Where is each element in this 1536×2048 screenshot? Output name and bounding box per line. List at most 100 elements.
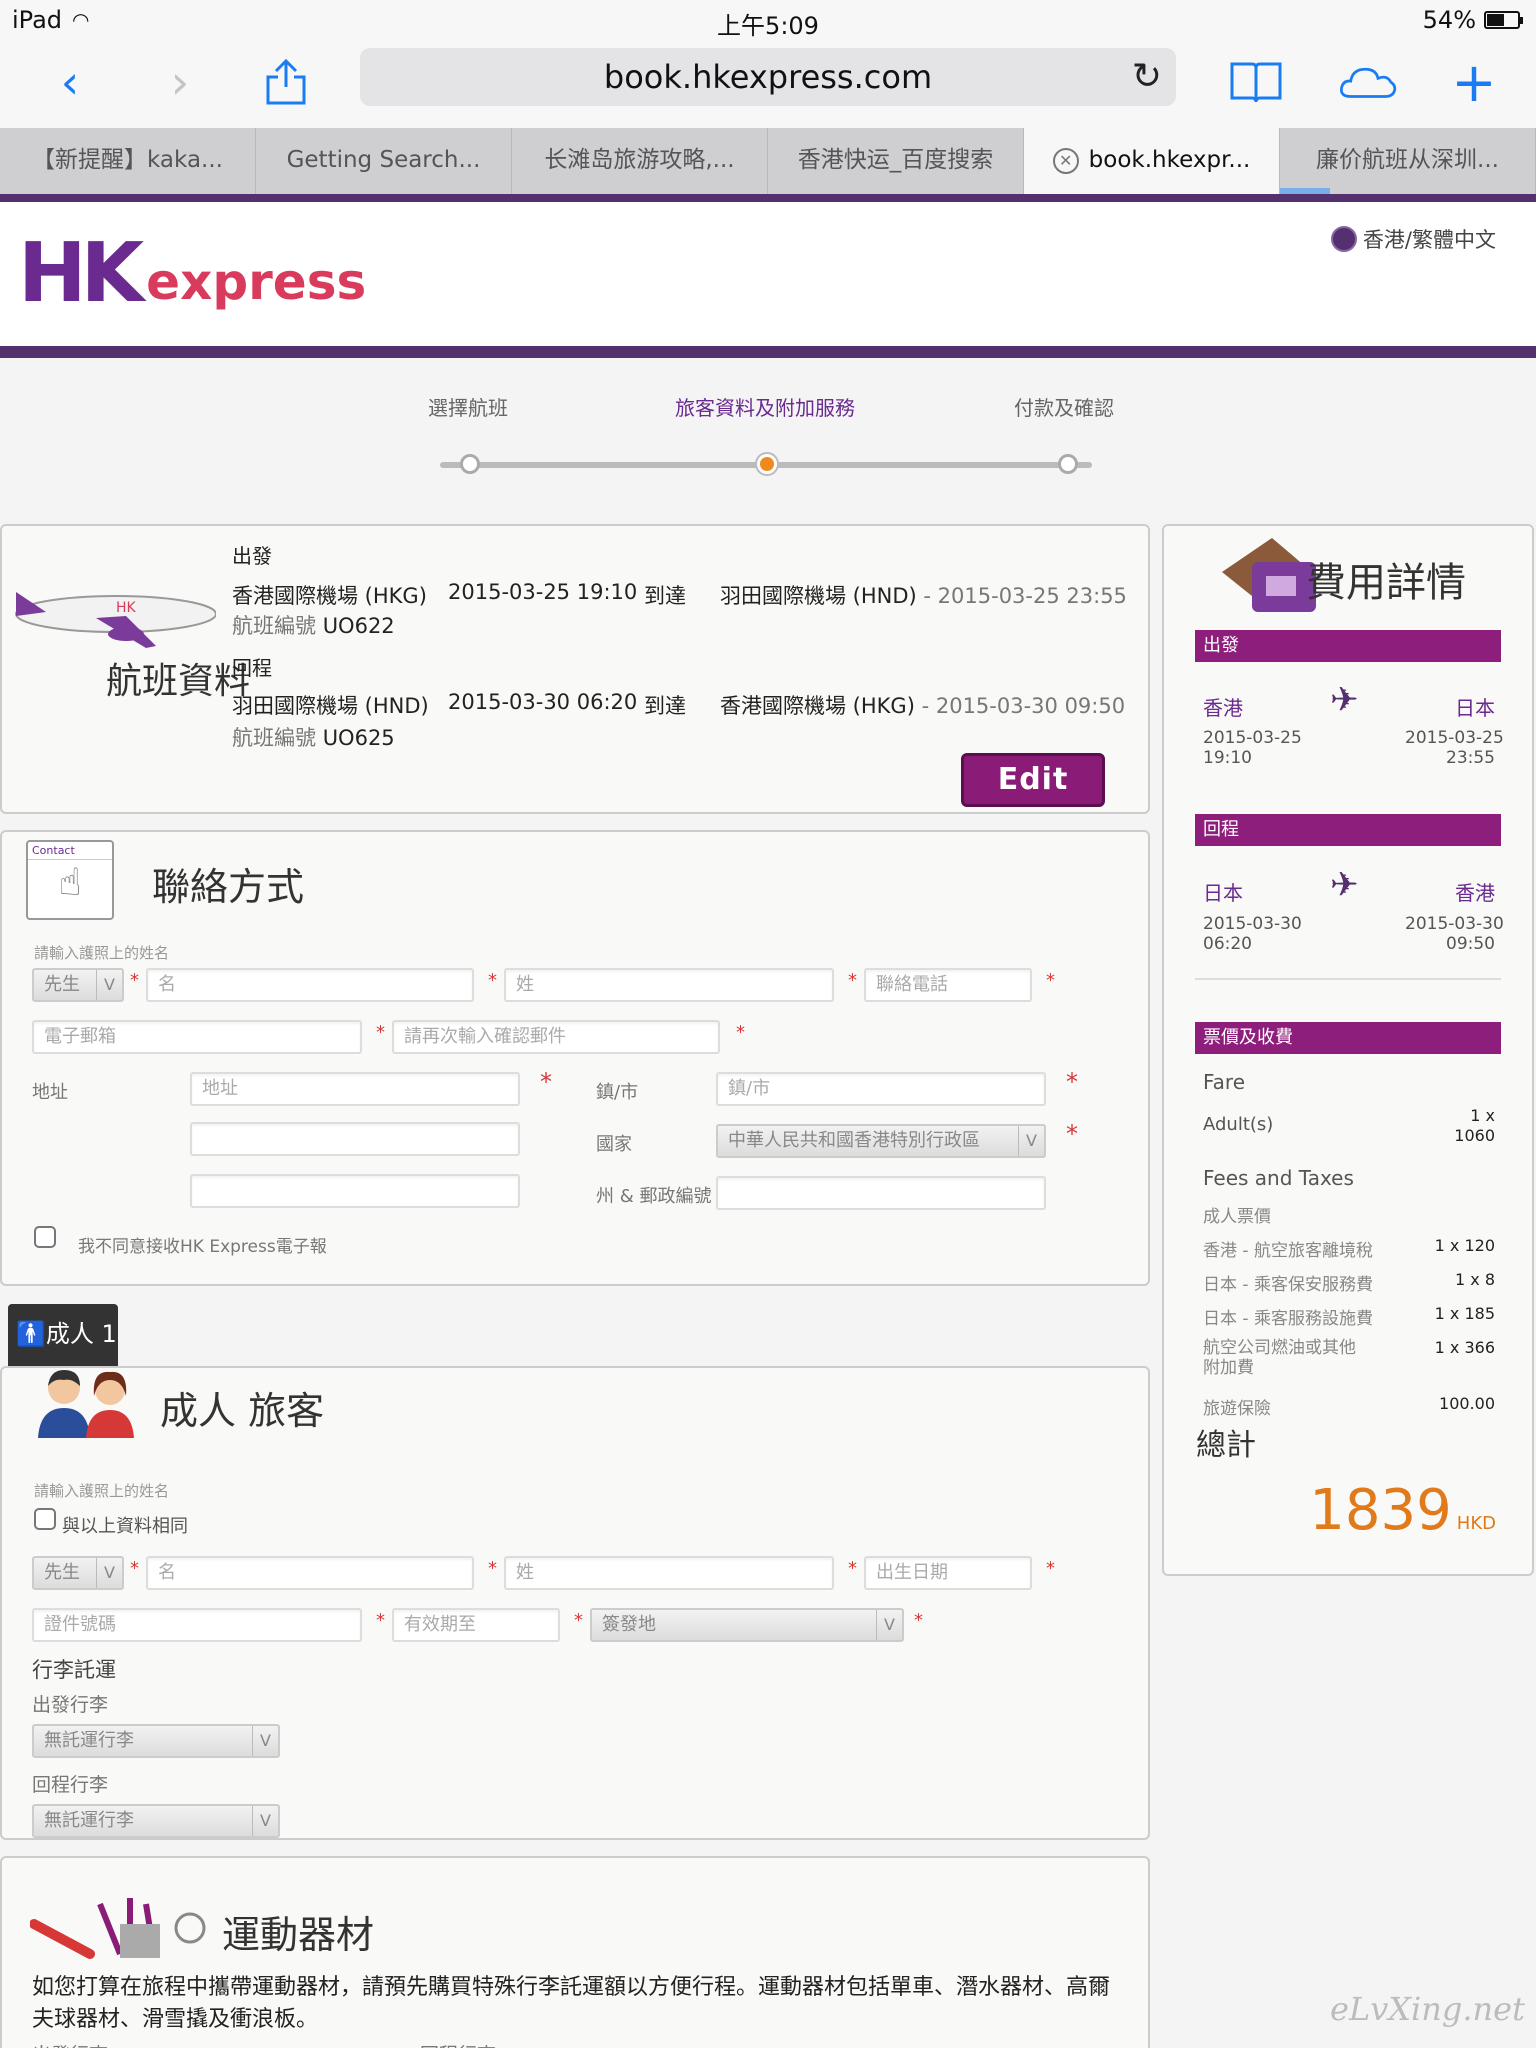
ret-baggage-label: 回程行李 (32, 1774, 109, 1796)
required-marker: * (376, 1022, 385, 1043)
fee-out-from: 香港 (1203, 696, 1243, 720)
battery-icon (1484, 11, 1523, 29)
city-input[interactable]: 鎮/市 (716, 1072, 1046, 1106)
required-marker: * (574, 1610, 583, 1631)
passenger-id-input[interactable]: 證件號碼 (32, 1608, 362, 1642)
required-marker: * (914, 1610, 923, 1631)
required-marker: * (376, 1610, 385, 1631)
tab-divider (0, 194, 1536, 202)
fee-ret-from: 日本 (1203, 881, 1243, 905)
edit-flight-button[interactable]: Edit (961, 753, 1105, 807)
browser-tab[interactable]: 廉价航班从深圳... (1280, 128, 1536, 194)
address-line2-input[interactable] (190, 1122, 520, 1156)
same-as-above-checkbox[interactable] (34, 1508, 56, 1530)
fee-divider (1195, 978, 1501, 980)
globe-icon (1330, 226, 1357, 252)
sports-title: 運動器材 (222, 1913, 375, 1957)
svg-text:HK: HK (116, 600, 137, 616)
fee-item-value: 1 x 185 (1434, 1304, 1495, 1323)
fee-item-value: 1 x 120 (1434, 1236, 1495, 1255)
newsletter-checkbox[interactable] (34, 1226, 56, 1248)
browser-tab[interactable]: 【新提醒】kaka... (0, 128, 256, 194)
fees-taxes-label: Fees and Taxes (1203, 1166, 1354, 1190)
address-line3-input[interactable] (190, 1174, 520, 1208)
new-tab-icon[interactable]: + (1444, 51, 1504, 114)
address-line1-input[interactable]: 地址 (190, 1072, 520, 1106)
browser-toolbar: ‹ › book.hkexpress.com ↻ + (0, 40, 1536, 128)
step-passenger-info: 旅客資料及附加服務 (675, 396, 855, 420)
sports-dep-label: 出發行李 (32, 2040, 108, 2048)
bookmarks-icon[interactable] (1226, 52, 1286, 112)
chevron-down-icon: V (876, 1610, 902, 1640)
required-marker: * (848, 1558, 857, 1579)
zip-label: 州 & 郵政編號 (596, 1186, 712, 1207)
required-marker: * (736, 1022, 745, 1043)
fee-ret-to: 香港 (1455, 881, 1495, 905)
outbound-origin: 香港國際機場 (HKG) (232, 584, 427, 608)
back-icon[interactable]: ‹ (40, 52, 100, 112)
contact-email-confirm-input[interactable]: 請再次輸入確認郵件 (392, 1020, 720, 1054)
browser-tab[interactable]: 香港快运_百度搜索 (768, 128, 1024, 194)
fee-out-to: 日本 (1455, 696, 1495, 720)
passenger-last-name-input[interactable]: 姓 (504, 1556, 834, 1590)
adult-fare: 1 x 1060 (1454, 1106, 1495, 1145)
browser-tab[interactable]: 长滩岛旅游攻略,... (512, 128, 768, 194)
return-label: 回程 (232, 656, 272, 680)
fee-item-value: 100.00 (1439, 1394, 1495, 1413)
fee-title: 費用詳情 (1306, 560, 1466, 606)
country-select[interactable]: 中華人民共和國香港特別行政區 V (716, 1124, 1046, 1158)
status-bar: iPad ◠ 上午5:09 54% (0, 0, 1536, 40)
booking-progress: 選擇航班 旅客資料及附加服務 付款及確認 (0, 358, 1536, 508)
passenger-issue-place-select[interactable]: 簽發地 V (590, 1608, 904, 1642)
required-marker: * (130, 1558, 139, 1579)
watermark: eLvXing.net (1330, 1990, 1525, 2028)
required-marker: * (1046, 970, 1055, 991)
forward-icon[interactable]: › (150, 52, 210, 112)
airplane-icon: ✈ (1330, 680, 1359, 720)
fare-label: Fare (1203, 1070, 1246, 1094)
required-marker: * (130, 970, 139, 991)
contact-email-input[interactable]: 電子郵箱 (32, 1020, 362, 1054)
passenger-panel (0, 1366, 1150, 1840)
ret-baggage-select[interactable]: 無託運行李 V (32, 1804, 280, 1838)
language-selector[interactable]: 香港/繁體中文 (1330, 224, 1496, 254)
contact-name-hint: 請輸入護照上的姓名 (34, 944, 170, 962)
contact-last-name-input[interactable]: 姓 (504, 968, 834, 1002)
fee-return-header: 回程 (1195, 814, 1501, 846)
required-marker: * (488, 970, 497, 991)
hk-express-logo[interactable]: HK express (18, 232, 366, 315)
chevron-down-icon: V (252, 1726, 278, 1756)
browser-tab-active[interactable]: ✕ book.hkexpr... (1024, 128, 1280, 194)
sports-ret-label: 回程行李 (420, 2040, 496, 2048)
required-marker: * (488, 1558, 497, 1579)
close-tab-icon[interactable]: ✕ (1052, 147, 1079, 174)
clock: 上午5:09 (717, 12, 819, 40)
progress-dot (460, 454, 480, 474)
icloud-tabs-icon[interactable] (1338, 52, 1398, 112)
passenger-expiry-input[interactable]: 有效期至 (392, 1608, 560, 1642)
passenger-salutation-select[interactable]: 先生 V (32, 1556, 124, 1590)
passenger-dob-input[interactable]: 出生日期 (864, 1556, 1032, 1590)
reload-icon[interactable]: ↻ (1132, 48, 1162, 106)
contact-first-name-input[interactable]: 名 (146, 968, 474, 1002)
adult-label: Adult(s) (1203, 1114, 1274, 1135)
url-bar[interactable]: book.hkexpress.com ↻ (360, 48, 1176, 106)
depart-label: 出發 (232, 544, 272, 568)
chevron-down-icon: V (96, 1558, 122, 1588)
share-icon[interactable] (256, 52, 316, 112)
contact-phone-input[interactable]: 聯絡電話 (864, 968, 1032, 1002)
passenger-tab-adult-1[interactable]: 🚹成人 1 (8, 1304, 118, 1366)
zip-input[interactable] (716, 1176, 1046, 1210)
dep-baggage-select[interactable]: 無託運行李 V (32, 1724, 280, 1758)
contact-salutation-select[interactable]: 先生 V (32, 968, 124, 1002)
sports-equipment-icon (29, 1884, 210, 1968)
browser-tab[interactable]: Getting Search... (256, 128, 512, 194)
required-marker: * (1046, 1558, 1055, 1579)
active-tab-label: book.hkexpr... (1088, 147, 1251, 173)
fee-item-name: 旅遊保險 (1203, 1399, 1271, 1419)
city-label: 鎮/市 (596, 1082, 639, 1103)
total-label: 總計 (1196, 1428, 1256, 1463)
site-header: HK express 香港/繁體中文 (0, 202, 1536, 348)
passenger-first-name-input[interactable]: 名 (146, 1556, 474, 1590)
newsletter-label: 我不同意接收HK Express電子報 (78, 1237, 327, 1257)
